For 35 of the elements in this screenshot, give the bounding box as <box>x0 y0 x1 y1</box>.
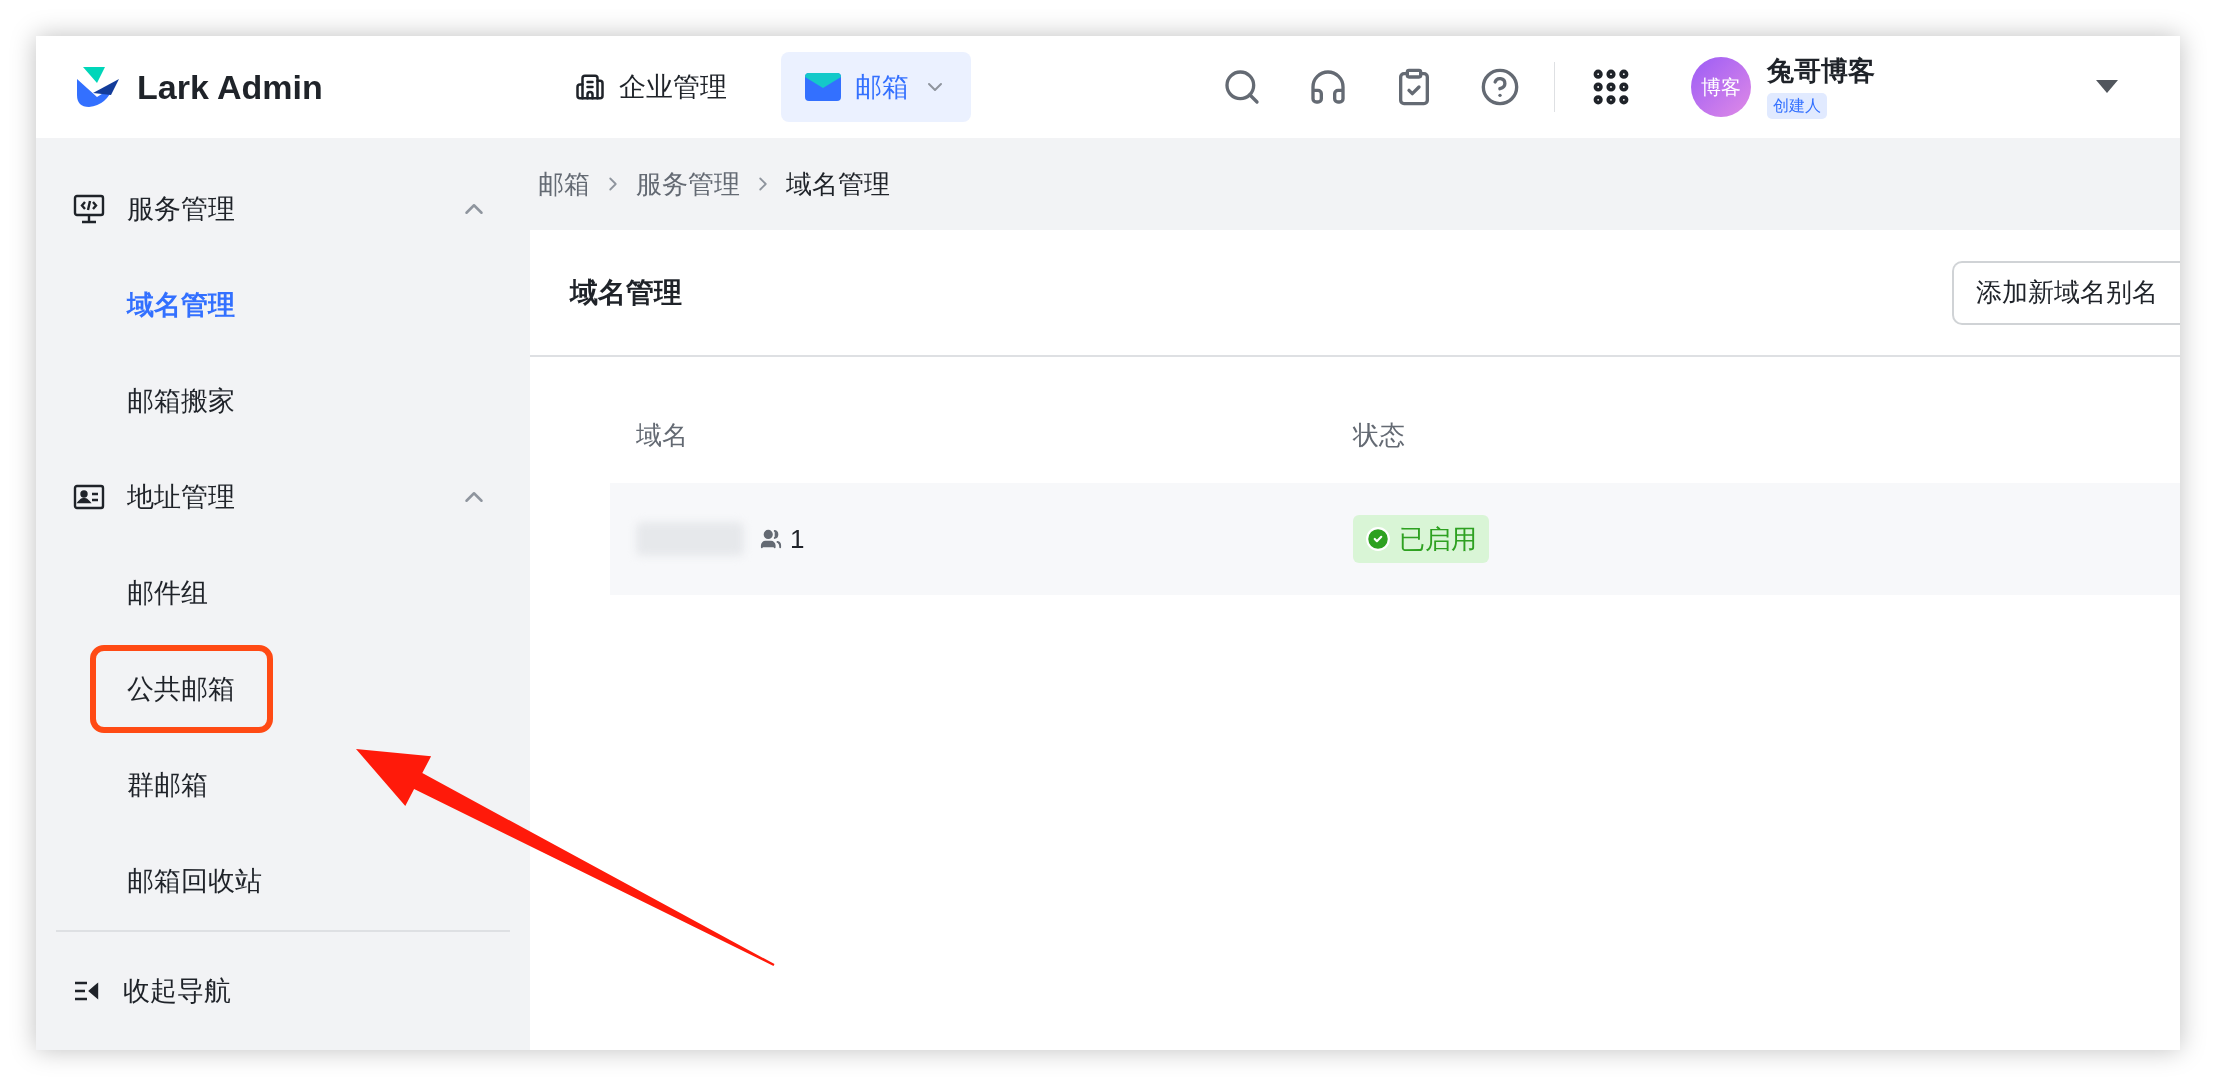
sidebar-item[interactable]: 邮箱搬家 <box>127 385 235 416</box>
users-icon <box>760 528 782 550</box>
collapse-nav-button[interactable]: 收起导航 <box>58 932 508 1050</box>
user-name: 兔哥博客 <box>1767 55 1875 89</box>
sidebar-item[interactable]: 公共邮箱 <box>127 673 235 704</box>
breadcrumb-item[interactable]: 服务管理 <box>636 164 740 204</box>
check-circle-icon <box>1365 526 1391 552</box>
breadcrumb-item: 域名管理 <box>786 167 890 201</box>
add-domain-alias-button[interactable]: 添加新域名别名 <box>1952 260 2180 325</box>
envelope-icon <box>805 73 841 101</box>
status-badge: 已启用 <box>1353 515 1489 563</box>
sidebar-item[interactable]: 域名管理 <box>127 289 235 320</box>
nav-tab[interactable]: 企业管理 <box>551 52 751 122</box>
sidebar-item[interactable]: 邮件组 <box>127 577 208 608</box>
column-header: 域名 <box>635 418 689 452</box>
logo-text: Lark Admin <box>137 66 323 108</box>
id-card-icon <box>73 484 105 510</box>
breadcrumb-item[interactable]: 邮箱 <box>538 164 590 204</box>
sidebar-item[interactable]: 群邮箱 <box>127 769 208 800</box>
collapse-icon <box>73 980 101 1002</box>
sidebar-item[interactable]: 邮箱回收站 <box>127 865 262 896</box>
sidebar-group-header[interactable]: 地址管理 <box>58 449 508 545</box>
sidebar-group-header[interactable]: 服务管理 <box>58 161 508 257</box>
nav-tab[interactable]: 邮箱 <box>781 52 971 122</box>
monitor-code-icon <box>73 194 105 224</box>
search-icon[interactable] <box>1222 67 1262 107</box>
member-count: 1 <box>790 522 805 556</box>
building-icon <box>575 72 605 102</box>
dropdown-caret-icon[interactable] <box>2096 80 2118 94</box>
role-badge: 创建人 <box>1767 92 1827 119</box>
card-title: 域名管理 <box>570 275 683 310</box>
help-icon[interactable] <box>1480 67 1520 107</box>
table-row[interactable]: 1 已启用 <box>610 483 2180 595</box>
headset-icon[interactable] <box>1308 67 1348 107</box>
column-header: 状态 <box>1353 418 1405 452</box>
